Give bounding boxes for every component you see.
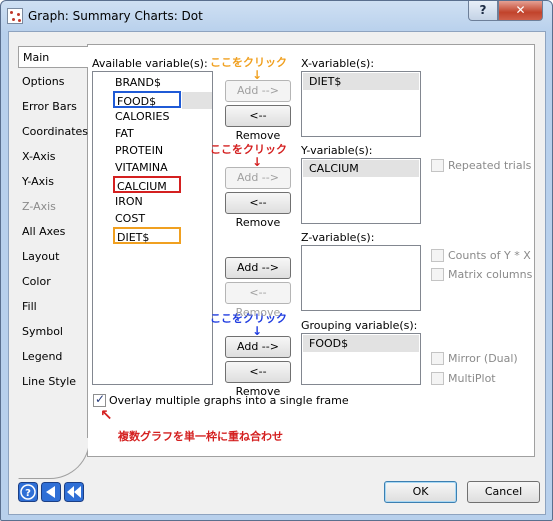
tab-error-bars[interactable]: Error Bars xyxy=(18,96,88,118)
remove-x-button[interactable]: <-- Remove xyxy=(225,105,291,142)
matrix-columns-checkbox[interactable] xyxy=(431,268,444,281)
title-bar[interactable]: Graph: Summary Charts: Dot ? ✕ xyxy=(1,1,552,31)
close-button[interactable]: ✕ xyxy=(498,1,543,21)
add-y-button[interactable]: Add --> xyxy=(225,167,291,189)
list-item[interactable]: IRON xyxy=(113,193,179,210)
svg-text:?: ? xyxy=(25,488,31,499)
counts-label: Counts of Y * X xyxy=(448,249,531,262)
tab-color[interactable]: Color xyxy=(18,271,88,293)
list-item[interactable]: DIET$ xyxy=(303,73,419,90)
remove-y-button[interactable]: <-- Remove xyxy=(225,192,291,229)
tab-y-axis[interactable]: Y-Axis xyxy=(18,171,88,193)
remove-z-button[interactable]: <-- Remove xyxy=(225,282,291,319)
available-variables-list[interactable]: BRAND$ FOOD$ CALORIES FAT PROTEIN VITAMI… xyxy=(92,71,213,385)
list-item[interactable]: CALCIUM xyxy=(303,160,419,177)
tab-options[interactable]: Options xyxy=(18,71,88,93)
window-title: Graph: Summary Charts: Dot xyxy=(28,9,203,23)
list-item[interactable]: CALCIUM xyxy=(113,176,181,193)
dialog-window: Graph: Summary Charts: Dot ? ✕ Main Opti… xyxy=(0,0,553,521)
list-item[interactable]: FAT xyxy=(113,125,179,142)
help-icon[interactable]: ? xyxy=(18,482,38,502)
multiplot-label: MultiPlot xyxy=(448,372,496,385)
tab-main[interactable]: Main xyxy=(18,46,89,68)
up-arrow-icon: ↖ xyxy=(100,406,113,424)
tab-coordinates[interactable]: Coordinates xyxy=(18,121,88,143)
tab-z-axis: Z-Axis xyxy=(22,200,56,213)
click-here-x-annotation: ここをクリック xyxy=(210,56,287,69)
x-variable-label: X-variable(s): xyxy=(301,57,375,70)
tab-x-axis[interactable]: X-Axis xyxy=(18,146,88,168)
tab-line-style[interactable]: Line Style xyxy=(18,371,88,393)
multiplot-checkbox[interactable] xyxy=(431,372,444,385)
list-item[interactable]: CALORIES xyxy=(113,108,179,125)
mirror-checkbox[interactable] xyxy=(431,352,444,365)
repeated-trials-checkbox[interactable] xyxy=(431,159,444,172)
tab-fill[interactable]: Fill xyxy=(18,296,88,318)
ok-button[interactable]: OK xyxy=(384,481,457,503)
matrix-columns-label: Matrix columns xyxy=(448,268,533,281)
back-icon[interactable] xyxy=(41,482,61,502)
list-item[interactable]: BRAND$ xyxy=(113,74,179,91)
available-variables-label: Available variable(s): xyxy=(92,57,208,70)
grouping-variable-list[interactable]: FOOD$ xyxy=(301,333,421,385)
list-item[interactable]: FOOD$ xyxy=(113,91,181,108)
help-title-button[interactable]: ? xyxy=(468,1,498,21)
tab-symbol[interactable]: Symbol xyxy=(18,321,88,343)
main-panel: Available variable(s): BRAND$ FOOD$ CALO… xyxy=(88,44,535,457)
overlay-annotation: 複数グラフを単一枠に重ね合わせ xyxy=(118,430,283,443)
remove-grouping-button[interactable]: <-- Remove xyxy=(225,361,291,398)
tab-list: Main Options Error Bars Coordinates X-Ax… xyxy=(18,44,90,479)
list-item[interactable]: DIET$ xyxy=(113,227,181,244)
list-item[interactable]: PROTEIN xyxy=(113,142,179,159)
tab-legend[interactable]: Legend xyxy=(18,346,88,368)
tab-all-axes[interactable]: All Axes xyxy=(18,221,88,243)
list-item[interactable]: COST xyxy=(113,210,179,227)
repeated-trials-label: Repeated trials xyxy=(448,159,532,172)
list-item[interactable]: VITAMINA xyxy=(113,159,179,176)
cancel-button[interactable]: Cancel xyxy=(467,481,540,503)
grouping-variable-label: Grouping variable(s): xyxy=(301,319,418,332)
mirror-label: Mirror (Dual) xyxy=(448,352,518,365)
app-icon xyxy=(7,8,23,24)
z-variable-label: Z-variable(s): xyxy=(301,231,375,244)
z-variable-list[interactable] xyxy=(301,245,421,311)
add-grouping-button[interactable]: Add --> xyxy=(225,336,291,358)
add-z-button[interactable]: Add --> xyxy=(225,257,291,279)
overlay-label: Overlay multiple graphs into a single fr… xyxy=(109,394,349,407)
y-variable-label: Y-variable(s): xyxy=(301,144,373,157)
tab-layout[interactable]: Layout xyxy=(18,246,88,268)
counts-checkbox[interactable] xyxy=(431,249,444,262)
list-item[interactable]: FOOD$ xyxy=(303,335,419,352)
y-variable-list[interactable]: CALCIUM xyxy=(301,158,421,224)
x-variable-list[interactable]: DIET$ xyxy=(301,71,421,137)
selection-highlight xyxy=(182,92,212,109)
first-icon[interactable] xyxy=(64,482,84,502)
add-x-button[interactable]: Add --> xyxy=(225,80,291,102)
dialog-client-area: Main Options Error Bars Coordinates X-Ax… xyxy=(8,31,546,515)
